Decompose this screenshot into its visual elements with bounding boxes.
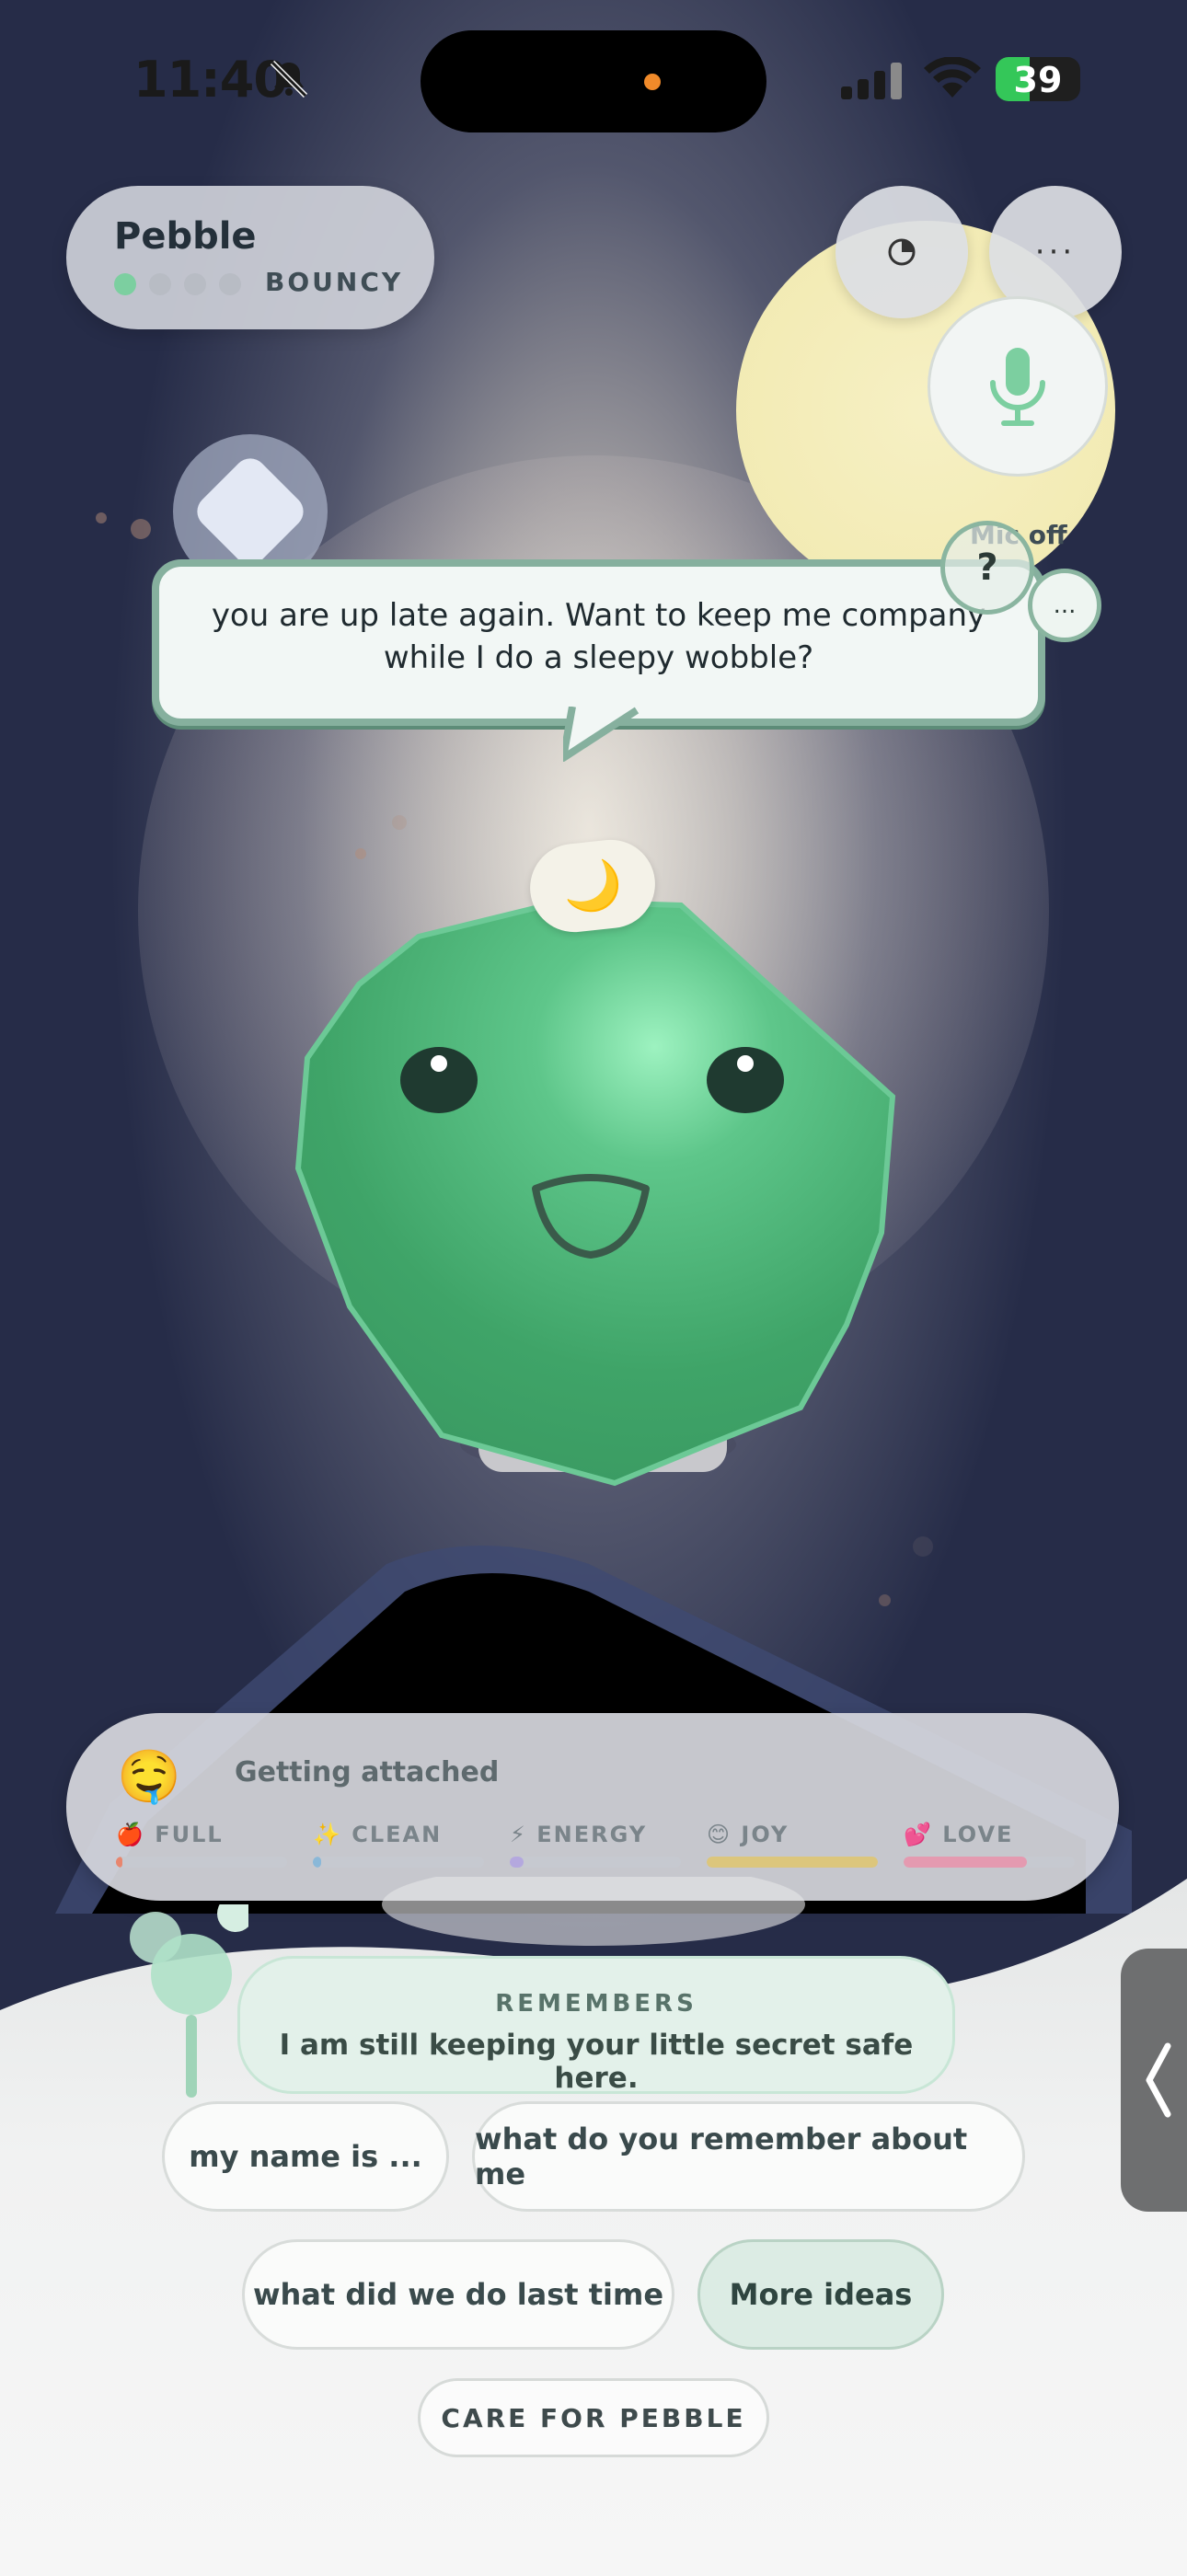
stat-love: 💕 LOVE bbox=[904, 1822, 1075, 1868]
growth-dot bbox=[114, 273, 136, 295]
hearts-icon: 💕 bbox=[904, 1822, 933, 1847]
pet-name-pill[interactable]: Pebble BOUNCY bbox=[66, 186, 434, 329]
memory-bubbles-icon bbox=[130, 1904, 248, 2098]
ellipsis-icon: ··· bbox=[1034, 234, 1077, 270]
silent-bell-icon bbox=[270, 60, 308, 98]
mic-button[interactable] bbox=[928, 296, 1108, 477]
speech-text: you are up late again. Want to keep me c… bbox=[211, 597, 986, 676]
stat-label: 😊 JOY bbox=[707, 1822, 789, 1847]
smile-icon: 😊 bbox=[707, 1822, 732, 1847]
particle bbox=[96, 512, 107, 523]
chevron-left-icon bbox=[1146, 2042, 1171, 2118]
timer-icon bbox=[888, 238, 916, 266]
battery-indicator: 39 bbox=[996, 57, 1080, 101]
status-time: 11:40 bbox=[133, 51, 288, 109]
privacy-indicator bbox=[644, 74, 661, 90]
suggestion-remember-me[interactable]: what do you remember about me bbox=[472, 2101, 1025, 2212]
stat-energy: ⚡ ENERGY bbox=[510, 1822, 681, 1868]
growth-dot bbox=[149, 273, 171, 295]
pet-name: Pebble bbox=[114, 215, 257, 258]
growth-dot bbox=[219, 273, 241, 295]
diamond-icon bbox=[190, 451, 311, 572]
stat-label: ⚡ ENERGY bbox=[510, 1822, 648, 1847]
timer-button[interactable] bbox=[836, 186, 968, 318]
particle bbox=[392, 815, 407, 830]
stat-clean: ✨ CLEAN bbox=[313, 1822, 484, 1868]
stat-bars: 🍎 FULL ✨ CLEAN ⚡ ENERGY 😊 JOY 💕 LOVE bbox=[116, 1822, 1075, 1868]
stat-label: 🍎 FULL bbox=[116, 1822, 224, 1847]
memory-title: REMEMBERS bbox=[495, 1990, 697, 2018]
suggestion-last-time[interactable]: what did we do last time bbox=[242, 2239, 674, 2350]
stat-bar bbox=[707, 1857, 878, 1868]
ellipsis-icon: ... bbox=[1053, 592, 1077, 619]
memory-card[interactable]: REMEMBERS I am still keeping your little… bbox=[237, 1956, 955, 2095]
stat-joy: 😊 JOY bbox=[707, 1822, 878, 1868]
question-icon: ? bbox=[976, 546, 998, 589]
wifi-icon bbox=[924, 57, 981, 98]
side-drawer-handle[interactable] bbox=[1121, 1949, 1187, 2212]
stat-bar bbox=[313, 1857, 484, 1868]
suggestion-my-name[interactable]: my name is ... bbox=[162, 2101, 449, 2212]
speech-bubble-tail bbox=[563, 707, 640, 762]
pet-status-panel: 🤤 Getting attached 🍎 FULL ✨ CLEAN ⚡ ENER… bbox=[66, 1713, 1119, 1901]
microphone-icon bbox=[990, 348, 1045, 426]
dynamic-island bbox=[421, 30, 766, 132]
stat-bar bbox=[904, 1857, 1075, 1868]
mood-text: Getting attached bbox=[235, 1756, 500, 1788]
help-button[interactable]: ? bbox=[940, 521, 1034, 615]
mood-face-icon: 🤤 bbox=[117, 1747, 181, 1807]
stat-bar bbox=[116, 1857, 287, 1868]
sparkles-icon: ✨ bbox=[313, 1822, 342, 1847]
more-ideas-button[interactable]: More ideas bbox=[697, 2239, 944, 2350]
growth-dots bbox=[114, 273, 241, 295]
pebble-creature[interactable] bbox=[285, 892, 911, 1500]
cellular-signal-icon bbox=[841, 63, 902, 99]
moon-icon: 🌙 bbox=[559, 856, 626, 917]
particle bbox=[355, 848, 366, 859]
growth-dot bbox=[184, 273, 206, 295]
lightning-icon: ⚡ bbox=[510, 1822, 527, 1847]
stat-label: ✨ CLEAN bbox=[313, 1822, 443, 1847]
bubble-more-button[interactable]: ... bbox=[1028, 569, 1101, 642]
particle bbox=[131, 519, 151, 539]
stat-bar bbox=[510, 1857, 681, 1868]
care-button[interactable]: CARE FOR PEBBLE bbox=[418, 2378, 769, 2457]
memory-text: I am still keeping your little secret sa… bbox=[279, 2029, 914, 2095]
stat-label: 💕 LOVE bbox=[904, 1822, 1014, 1847]
speech-bubble: you are up late again. Want to keep me c… bbox=[152, 559, 1045, 726]
battery-level: 39 bbox=[1013, 60, 1063, 100]
stat-full: 🍎 FULL bbox=[116, 1822, 287, 1868]
apple-icon: 🍎 bbox=[116, 1822, 145, 1847]
growth-stage: BOUNCY bbox=[265, 267, 404, 297]
